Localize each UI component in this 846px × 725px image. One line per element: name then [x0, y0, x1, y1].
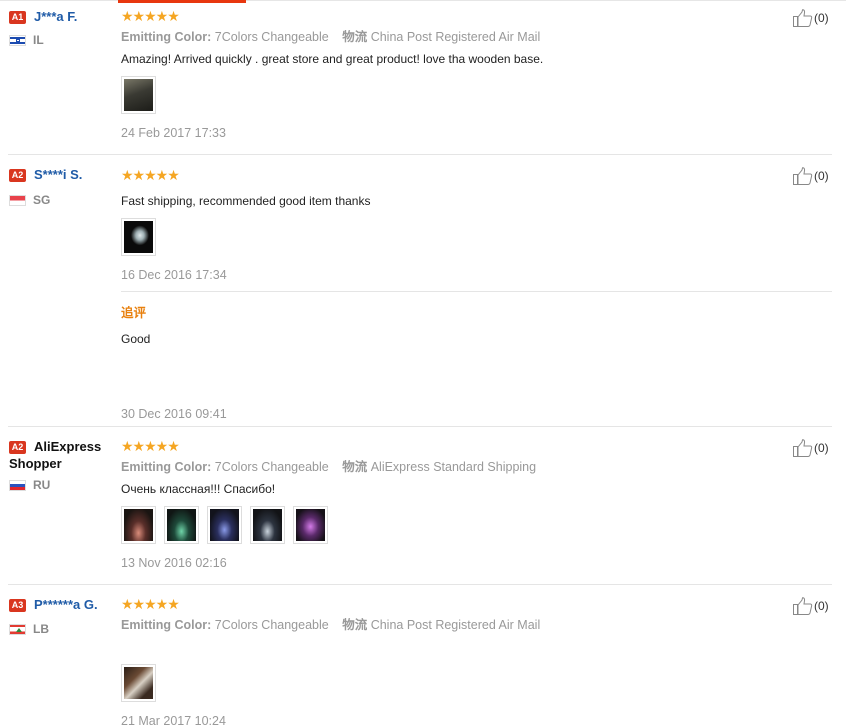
- buyer-info: A2 S****i S. SG: [9, 167, 119, 207]
- review-text: Amazing! Arrived quickly . great store a…: [121, 52, 544, 66]
- buyer-country: IL: [33, 33, 44, 47]
- review-photo-thumbnail[interactable]: [250, 506, 285, 544]
- review-photo-thumbnail[interactable]: [293, 506, 328, 544]
- buyer-country: RU: [33, 478, 51, 492]
- helpful-count: (0): [814, 599, 829, 613]
- helpful-count: (0): [814, 441, 829, 455]
- color-value: 7Colors Changeable: [214, 460, 329, 474]
- review-photo-thumbnail[interactable]: [121, 664, 156, 702]
- buyer-level-badge: A2: [9, 441, 26, 454]
- helpful-count: (0): [814, 169, 829, 183]
- review-date: 16 Dec 2016 17:34: [121, 268, 227, 282]
- buyer-name[interactable]: J***a F.: [34, 9, 77, 25]
- logistics-value: China Post Registered Air Mail: [370, 30, 541, 44]
- review-text: [121, 640, 801, 655]
- review-text: Fast shipping, recommended good item tha…: [121, 194, 371, 208]
- star-rating: ★★★★★: [121, 8, 180, 24]
- review-content: ★★★★★ Emitting Color: 7Colors Changeable…: [121, 439, 801, 570]
- buyer-name[interactable]: P******a G.: [34, 597, 98, 613]
- thumbs-up-icon: [793, 9, 813, 27]
- followup-label: 追评: [121, 306, 147, 320]
- star-rating: ★★★★★: [121, 438, 180, 454]
- helpful-button[interactable]: (0): [793, 167, 829, 185]
- logistics-value: AliExpress Standard Shipping: [370, 460, 537, 474]
- color-value: 7Colors Changeable: [214, 30, 329, 44]
- review-photo-thumbnail[interactable]: [121, 218, 156, 256]
- review-divider: [8, 584, 832, 585]
- israel-flag-icon: [9, 34, 26, 46]
- followup-text: Good: [121, 332, 151, 346]
- followup-review: 追评 Good 30 Dec 2016 09:41: [121, 302, 801, 421]
- review-divider: [8, 154, 832, 155]
- thumbs-up-icon: [793, 597, 813, 615]
- review-date: 24 Feb 2017 17:33: [121, 126, 226, 140]
- russia-flag-icon: [9, 479, 26, 491]
- followup-date: 30 Dec 2016 09:41: [121, 407, 227, 421]
- review-content: ★★★★★ Emitting Color: 7Colors Changeable…: [121, 9, 801, 140]
- review-divider: [8, 426, 832, 427]
- review-text: Очень классная!!! Спасибо!: [121, 482, 276, 496]
- logistics-label: 物流: [342, 618, 368, 632]
- review-photo-thumbnail[interactable]: [207, 506, 242, 544]
- color-label: Emitting Color:: [121, 460, 212, 474]
- buyer-level-badge: A2: [9, 169, 26, 182]
- review-photo-thumbnail[interactable]: [164, 506, 199, 544]
- buyer-name[interactable]: S****i S.: [34, 167, 82, 183]
- review-date: 13 Nov 2016 02:16: [121, 556, 227, 570]
- logistics-label: 物流: [342, 30, 368, 44]
- buyer-country: SG: [33, 193, 51, 207]
- followup-divider: [121, 291, 832, 292]
- helpful-button[interactable]: (0): [793, 597, 829, 615]
- buyer-info: A3 P******a G. LB: [9, 597, 119, 636]
- thumbs-up-icon: [793, 439, 813, 457]
- logistics-value: China Post Registered Air Mail: [370, 618, 541, 632]
- lebanon-flag-icon: [9, 623, 26, 635]
- review-date: 21 Mar 2017 10:24: [121, 714, 226, 725]
- buyer-level-badge: A3: [9, 599, 26, 612]
- singapore-flag-icon: [9, 194, 26, 206]
- review-photo-thumbnail[interactable]: [121, 76, 156, 114]
- color-label: Emitting Color:: [121, 618, 212, 632]
- helpful-count: (0): [814, 11, 829, 25]
- star-rating: ★★★★★: [121, 596, 180, 612]
- color-label: Emitting Color:: [121, 30, 212, 44]
- color-value: 7Colors Changeable: [214, 618, 329, 632]
- buyer-name-continued[interactable]: Shopper: [9, 455, 119, 472]
- review-content: ★★★★★ Emitting Color: 7Colors Changeable…: [121, 597, 801, 725]
- active-tab-indicator: [118, 0, 246, 3]
- buyer-country: LB: [33, 622, 49, 636]
- buyer-level-badge: A1: [9, 11, 26, 24]
- buyer-info: A2 AliExpress Shopper RU: [9, 439, 119, 492]
- buyer-name[interactable]: AliExpress: [34, 439, 101, 455]
- star-rating: ★★★★★: [121, 167, 180, 183]
- review-content: ★★★★★ Fast shipping, recommended good it…: [121, 168, 801, 282]
- helpful-button[interactable]: (0): [793, 439, 829, 457]
- logistics-label: 物流: [342, 460, 368, 474]
- helpful-button[interactable]: (0): [793, 9, 829, 27]
- review-photo-thumbnail[interactable]: [121, 506, 156, 544]
- thumbs-up-icon: [793, 167, 813, 185]
- buyer-info: A1 J***a F. IL: [9, 9, 119, 47]
